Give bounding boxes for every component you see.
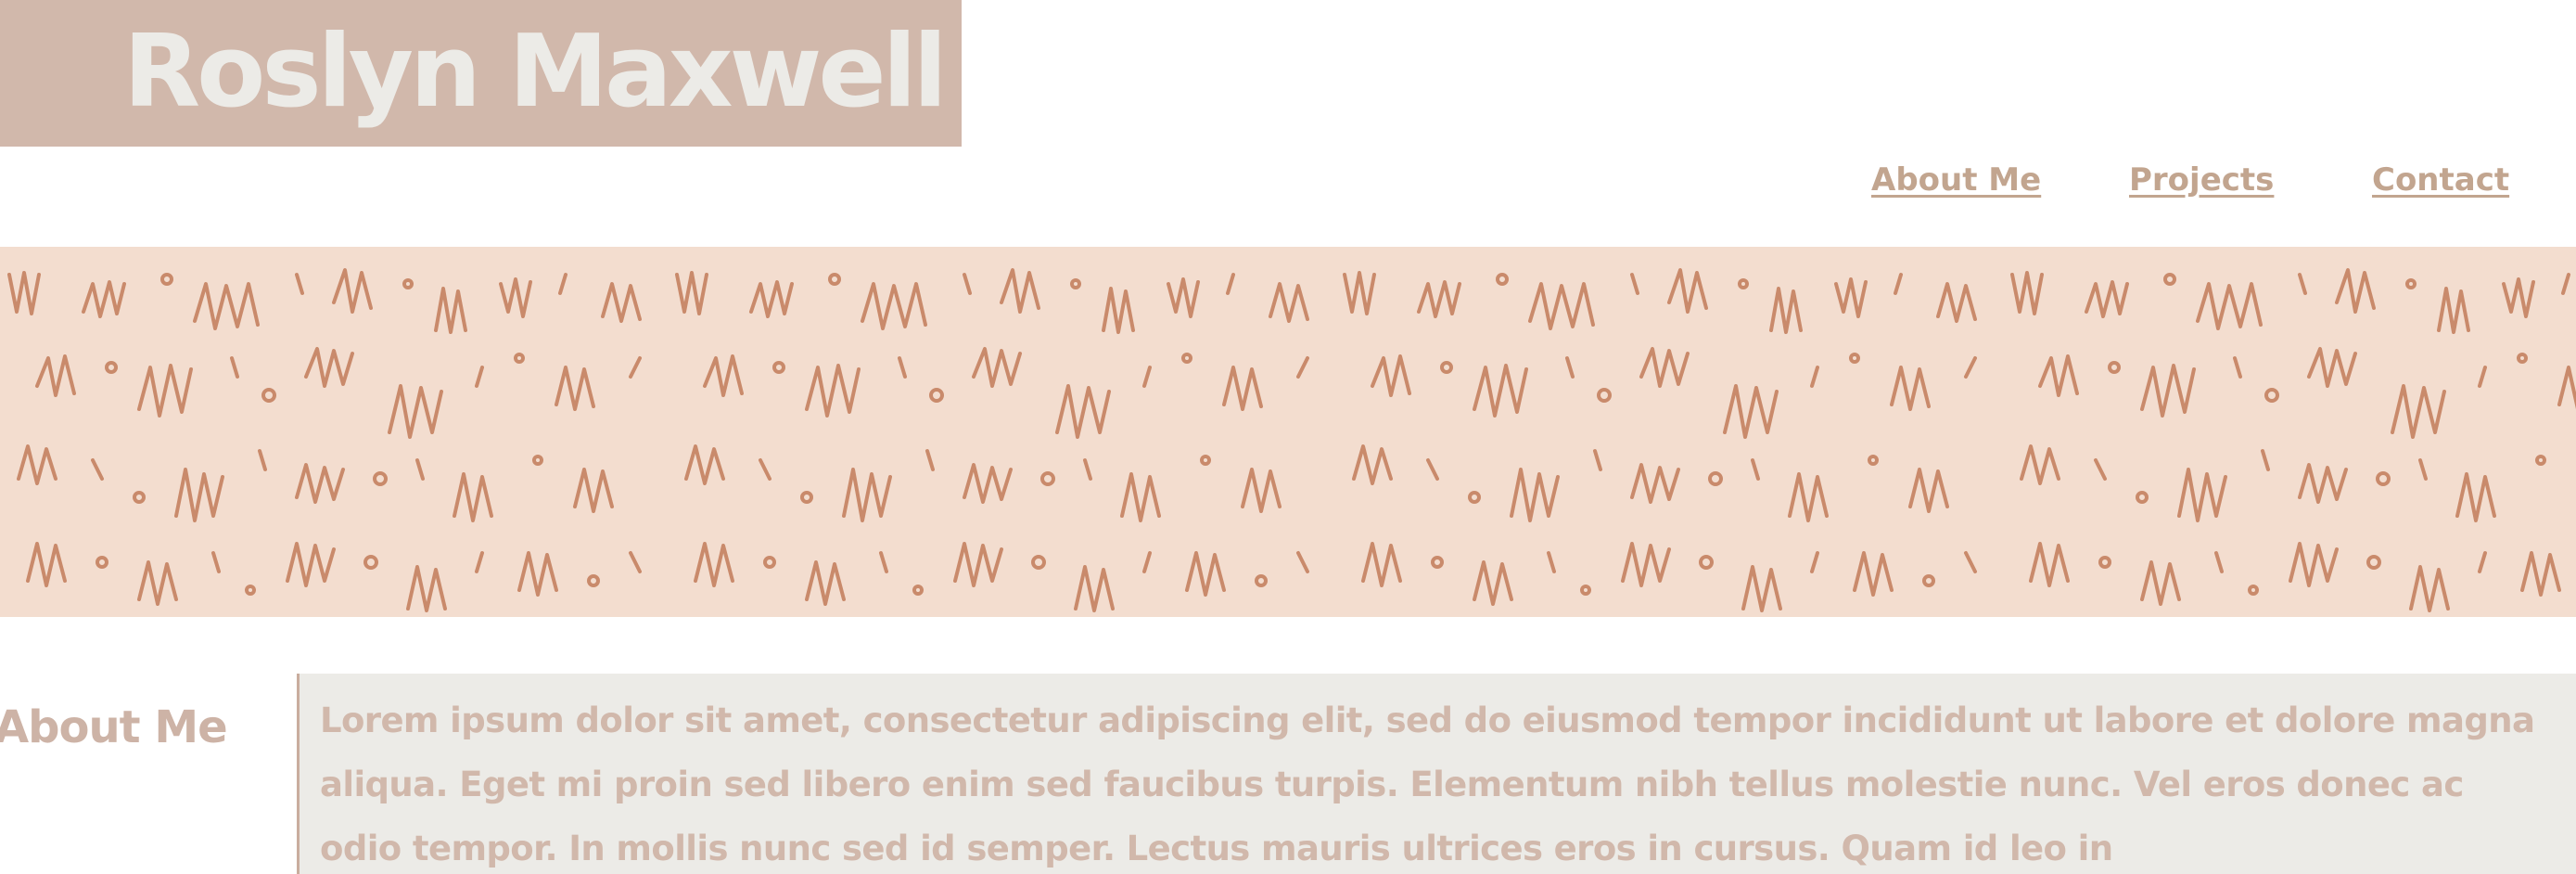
about-heading: About Me [0,701,228,753]
scribble-pattern-image [0,247,2576,617]
title-box: Roslyn Maxwell [0,0,962,147]
about-text-panel: Lorem ipsum dolor sit amet, consectetur … [297,674,2576,874]
main-nav: About Me Projects Contact [0,154,2576,206]
scribble-pattern-banner [0,247,2576,617]
nav-link-projects[interactable]: Projects [2129,154,2274,206]
nav-link-about-me[interactable]: About Me [1871,154,2041,206]
about-body-text: Lorem ipsum dolor sit amet, consectetur … [320,700,2535,868]
nav-link-contact[interactable]: Contact [2372,154,2509,206]
site-title: Roslyn Maxwell [123,14,948,130]
